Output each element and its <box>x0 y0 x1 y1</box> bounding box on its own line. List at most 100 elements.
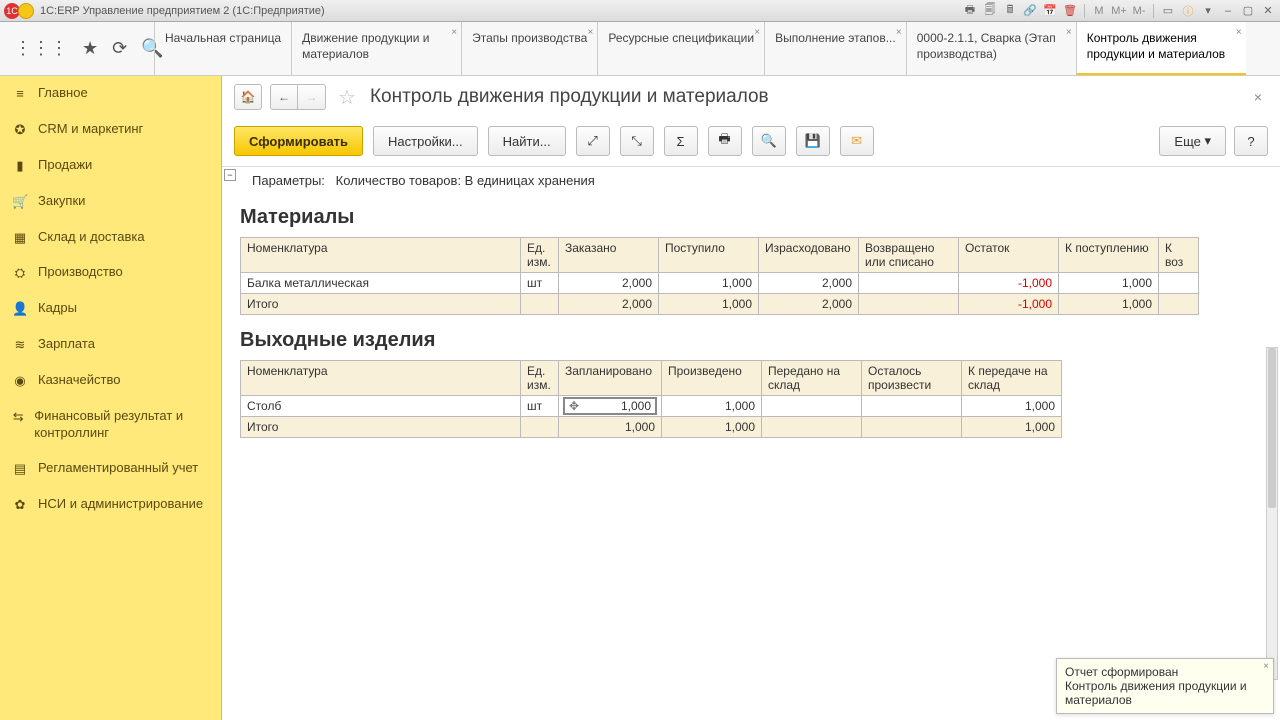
table-total-row: Итого 2,000 1,000 2,000 -1,000 1,000 <box>241 294 1199 315</box>
close-icon[interactable]: × <box>451 26 457 40</box>
tab-control[interactable]: Контроль движения продукции и материалов… <box>1076 22 1246 75</box>
person-icon: 👤 <box>12 301 28 318</box>
generate-button[interactable]: Сформировать <box>234 126 363 156</box>
scrollbar[interactable] <box>1266 347 1278 680</box>
tab-start[interactable]: Начальная страница <box>154 22 291 75</box>
cart-icon: 🛒 <box>12 194 28 211</box>
sidebar-item-production[interactable]: ⛭Производство <box>0 255 221 291</box>
collapse-icon[interactable]: ⤡ <box>620 126 654 156</box>
close-icon[interactable]: × <box>896 26 902 40</box>
toast-title: Отчет сформирован <box>1065 665 1265 679</box>
table-total-row: Итого 1,000 1,000 1,000 <box>241 417 1062 438</box>
close-window-icon[interactable]: ✕ <box>1260 3 1276 19</box>
home-button[interactable]: 🏠 <box>234 84 262 110</box>
sidebar-item-purchase[interactable]: 🛒Закупки <box>0 184 221 220</box>
close-page-button[interactable]: × <box>1248 87 1268 107</box>
report-area: − Параметры: Количество товаров: В едини… <box>222 167 1280 720</box>
flower-icon: ✿ <box>12 497 28 514</box>
section-materials-title: Материалы <box>240 206 1280 229</box>
materials-table: Номенклатура Ед. изм. Заказано Поступило… <box>240 237 1199 315</box>
close-icon[interactable]: × <box>1236 26 1242 40</box>
dropdown-icon[interactable]: ▾ <box>1200 3 1216 19</box>
tab-welding[interactable]: 0000-2.1.1, Сварка (Этап производства)× <box>906 22 1076 75</box>
close-icon[interactable]: × <box>754 26 760 40</box>
star-icon[interactable]: ☆ <box>338 85 356 110</box>
tab-strip: ⋮⋮⋮ ★ ⟳ 🔍 Начальная страница Движение пр… <box>0 22 1280 76</box>
page-title: Контроль движения продукции и материалов <box>370 86 769 108</box>
history-icon[interactable]: ⟳ <box>112 38 127 59</box>
trash-icon[interactable]: 🗑 <box>1062 3 1078 19</box>
tab-exec[interactable]: Выполнение этапов...× <box>764 22 906 75</box>
link-icon[interactable]: 🔗 <box>1022 3 1038 19</box>
selected-cell[interactable]: 1,000 <box>565 399 655 413</box>
tab-specs[interactable]: Ресурсные спецификации× <box>597 22 764 75</box>
gear-icon: ⛭ <box>12 265 28 282</box>
preview-button[interactable]: 🔍 <box>752 126 786 156</box>
save-button[interactable]: 💾 <box>796 126 830 156</box>
sidebar-item-warehouse[interactable]: ▦Склад и доставка <box>0 220 221 256</box>
app-icon: 1C <box>4 3 34 19</box>
sidebar-item-finresult[interactable]: ⇆Финансовый результат и контроллинг <box>0 399 221 451</box>
table-row[interactable]: Балка металлическая шт 2,000 1,000 2,000… <box>241 273 1199 294</box>
find-button[interactable]: Найти... <box>488 126 566 156</box>
launcher-bar: ⋮⋮⋮ ★ ⟳ 🔍 <box>0 22 154 75</box>
print-button[interactable]: 🖶 <box>708 126 742 156</box>
close-icon[interactable]: × <box>588 26 594 40</box>
money-icon: ≋ <box>12 337 28 354</box>
close-icon[interactable]: × <box>1066 26 1072 40</box>
doc-icon[interactable]: 🗐 <box>982 3 998 19</box>
sidebar-item-hr[interactable]: 👤Кадры <box>0 291 221 327</box>
target-icon: ✪ <box>12 122 28 139</box>
sum-icon[interactable]: Σ <box>664 126 698 156</box>
mem-mplus-icon[interactable]: M+ <box>1111 3 1127 19</box>
info-icon[interactable]: ⓘ <box>1180 3 1196 19</box>
print-icon[interactable]: 🖶 <box>962 3 978 19</box>
settings-button[interactable]: Настройки... <box>373 126 478 156</box>
back-button[interactable]: ← <box>270 84 298 110</box>
expand-icon[interactable]: ⤢ <box>576 126 610 156</box>
sidebar-item-admin[interactable]: ✿НСИ и администрирование <box>0 487 221 523</box>
toast-body: Контроль движения продукции и материалов <box>1065 679 1265 707</box>
swap-icon: ⇆ <box>12 409 24 426</box>
ledger-icon: ▤ <box>12 461 28 478</box>
mem-m-icon[interactable]: M <box>1091 3 1107 19</box>
title-right-icons: 🖶 🗐 🖩 🔗 📅 🗑 M M+ M- ▭ ⓘ ▾ – ▢ ✕ <box>962 3 1276 19</box>
calendar-icon[interactable]: 📅 <box>1042 3 1058 19</box>
help-button[interactable]: ? <box>1234 126 1268 156</box>
sidebar-item-main[interactable]: ≡Главное <box>0 76 221 112</box>
sidebar-item-accounting[interactable]: ▤Регламентированный учет <box>0 451 221 487</box>
toolbar: Сформировать Настройки... Найти... ⤢ ⤡ Σ… <box>222 120 1280 167</box>
sidebar-item-treasury[interactable]: ◉Казначейство <box>0 363 221 399</box>
grid-icon: ▦ <box>12 230 28 247</box>
maximize-icon[interactable]: ▢ <box>1240 3 1256 19</box>
mem-mminus-icon[interactable]: M- <box>1131 3 1147 19</box>
products-table: Номенклатура Ед. изм. Запланировано Прои… <box>240 360 1062 438</box>
table-row[interactable]: Столб шт 1,000 1,000 1,000 <box>241 396 1062 417</box>
tab-movement[interactable]: Движение продукции и материалов× <box>291 22 461 75</box>
coin-icon: ◉ <box>12 373 28 390</box>
section-products-title: Выходные изделия <box>240 329 1280 352</box>
fav-icon[interactable]: ★ <box>82 38 98 59</box>
box-icon: ▮ <box>12 158 28 175</box>
forward-button[interactable]: → <box>298 84 326 110</box>
sidebar: ≡Главное ✪CRM и маркетинг ▮Продажи 🛒Заку… <box>0 76 222 720</box>
close-icon[interactable]: × <box>1263 661 1269 672</box>
title-bar: 1C 1С:ERP Управление предприятием 2 (1С:… <box>0 0 1280 22</box>
minimize-icon[interactable]: – <box>1220 3 1236 19</box>
tab-stages[interactable]: Этапы производства× <box>461 22 597 75</box>
apps-icon[interactable]: ⋮⋮⋮ <box>14 38 68 59</box>
calc-icon[interactable]: 🖩 <box>1002 3 1018 19</box>
sidebar-item-salary[interactable]: ≋Зарплата <box>0 327 221 363</box>
params-row: Параметры: Количество товаров: В единица… <box>226 167 1280 200</box>
main-panel: 🏠 ← → ☆ Контроль движения продукции и ма… <box>222 76 1280 720</box>
panel-icon[interactable]: ▭ <box>1160 3 1176 19</box>
sidebar-item-sales[interactable]: ▮Продажи <box>0 148 221 184</box>
main-header: 🏠 ← → ☆ Контроль движения продукции и ма… <box>222 76 1280 120</box>
notification-toast: × Отчет сформирован Контроль движения пр… <box>1056 658 1274 714</box>
window-title: 1С:ERP Управление предприятием 2 (1С:Пре… <box>40 5 962 17</box>
collapse-toggle[interactable]: − <box>224 169 236 181</box>
mail-button[interactable]: ✉ <box>840 126 874 156</box>
sidebar-item-crm[interactable]: ✪CRM и маркетинг <box>0 112 221 148</box>
more-button[interactable]: Еще ▾ <box>1159 126 1226 156</box>
home-icon: ≡ <box>12 86 28 103</box>
